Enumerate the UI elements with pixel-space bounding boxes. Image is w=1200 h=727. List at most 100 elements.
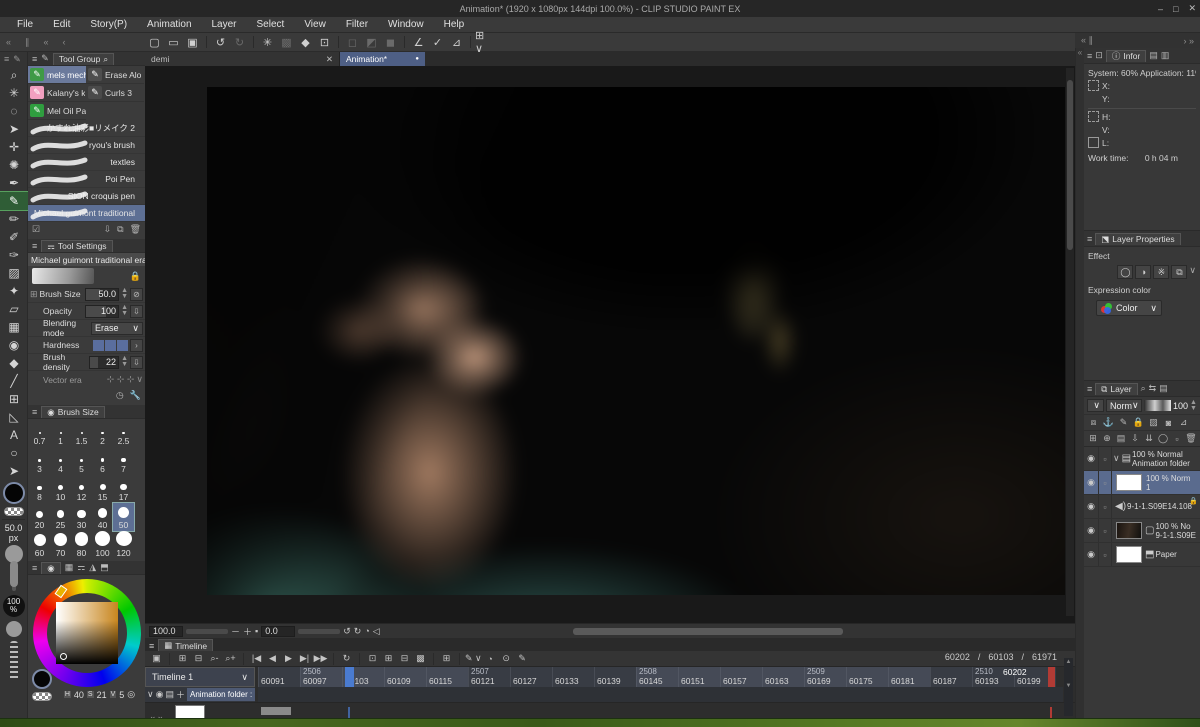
source-icon[interactable]: ⇩ — [130, 304, 143, 318]
brush-size-cell[interactable]: 60 — [29, 531, 50, 559]
hardness-segments[interactable] — [93, 339, 128, 351]
panel-menu-icon[interactable]: ≡ — [1087, 234, 1092, 244]
combine-layer-icon[interactable]: ⇊ — [1143, 433, 1155, 444]
border-effect-icon[interactable]: ◻ — [343, 35, 362, 50]
tone-effect-icon[interactable]: ◑ — [1135, 265, 1152, 279]
canvas-area[interactable] — [145, 66, 1075, 623]
collapse-left3-icon[interactable]: ‹ — [63, 37, 66, 48]
rotate-right-icon[interactable]: ↻ — [354, 626, 362, 637]
panel-menu-icon[interactable]: ≡ — [32, 241, 37, 251]
brush-size-cell[interactable]: 50 — [112, 502, 135, 532]
lock-layer-icon[interactable]: 🔒 — [1132, 417, 1145, 428]
snap-ruler-icon[interactable]: ∠ — [409, 35, 428, 50]
rotate-left-icon[interactable]: ↺ — [343, 626, 351, 637]
track-label[interactable]: Animation folder : — [186, 688, 255, 701]
layer-switch-icon[interactable]: ⇆ — [1149, 383, 1157, 394]
tool-item[interactable]: ✦ — [0, 282, 28, 300]
new-timeline-icon[interactable]: ⊞ — [175, 652, 190, 666]
divider-handle-icon[interactable]: ∥ — [25, 37, 30, 48]
new-vector-layer-icon[interactable]: ⊕ — [1101, 433, 1113, 444]
plus-box-icon[interactable]: ⊞ — [30, 289, 38, 300]
lock-alpha-icon[interactable]: ▨ — [1147, 417, 1160, 428]
expand-right-icon[interactable]: › » — [1183, 36, 1194, 46]
rotation-slider[interactable] — [298, 628, 341, 634]
zoom-in-icon[interactable]: ＋ — [243, 625, 252, 638]
tab-information[interactable]: ⓘ Infor — [1105, 49, 1147, 62]
brush-item[interactable]: Poi Pen — [28, 171, 145, 188]
new-cel-icon[interactable]: ⊡ — [365, 652, 380, 666]
color-mode-toggle-icon[interactable]: ◎ — [127, 689, 135, 700]
subtool-item[interactable]: ✎ Kalany's k — [28, 84, 86, 102]
panel-menu-icon[interactable]: ≡ — [32, 407, 37, 417]
layer-checkbox[interactable]: ▫ — [1099, 519, 1112, 542]
pen-pressure-icon[interactable]: ⊘ — [130, 287, 143, 301]
source-icon[interactable]: ⇩ — [130, 355, 143, 369]
layer-row[interactable]: ◉ ▫ ∨ ▤ 100 % Normal Animation folder — [1084, 447, 1200, 471]
onion-skin-icon[interactable]: ▣ — [149, 652, 164, 666]
ruler-tick[interactable]: 60115 — [426, 667, 468, 687]
brush-size-cell[interactable]: 20 — [29, 503, 50, 531]
screen-settings-icon[interactable]: ⊞ ∨ — [475, 30, 494, 55]
tab-tool-settings[interactable]: ⚎ Tool Settings — [41, 239, 113, 252]
transparent-color-swatch[interactable] — [3, 507, 24, 516]
stepper-icon[interactable]: ▲ ▼ — [121, 355, 128, 368]
enable-mask-icon[interactable]: ◙ — [1162, 418, 1175, 428]
subtool-item[interactable]: ✎ Erase Alo — [86, 66, 144, 84]
sv-selector[interactable] — [59, 653, 67, 660]
layer-visibility-eye-icon[interactable]: ◉ — [1087, 501, 1095, 512]
panel-menu-icon[interactable]: ≡ — [1087, 384, 1092, 394]
tab-approx-color-icon[interactable]: ◮ — [89, 562, 96, 573]
brush-item[interactable]: かすれ油彩■リメイク 2 — [28, 120, 145, 137]
layer-visibility-eye-icon[interactable]: ◉ — [1087, 453, 1095, 464]
zoom-out-timeline-icon[interactable]: ⌕- — [207, 652, 222, 666]
brush-size-cell[interactable]: 4 — [50, 447, 71, 475]
menu-item[interactable]: View — [295, 19, 335, 30]
border-effect-icon[interactable]: ◯ — [1117, 265, 1134, 279]
brush-size-cell[interactable]: 80 — [71, 531, 92, 559]
tab-color-slider-icon[interactable]: ⚎ — [77, 562, 85, 573]
snap-special-ruler-icon[interactable]: ✓ — [428, 35, 447, 50]
flip-view-icon[interactable]: ◁ — [373, 626, 380, 637]
brush-item[interactable]: textles — [28, 154, 145, 171]
subtool-item[interactable]: ✎ Mel Oil Pa — [28, 102, 86, 120]
menu-item[interactable]: Filter — [337, 19, 377, 30]
ruler-tick[interactable]: 60091 — [258, 667, 300, 687]
tool-item[interactable]: ╱ — [0, 372, 28, 390]
timeline-ruler[interactable]: Timeline 1 ∨ 60091 2506 60097 60103 6010… — [145, 667, 1075, 687]
track-visibility-eye-icon[interactable]: ◉ — [156, 689, 164, 700]
tool-item[interactable]: ✒ — [0, 174, 28, 192]
layer-visibility-eye-icon[interactable]: ◉ — [1087, 477, 1095, 488]
stepper-icon[interactable]: ▲ ▼ — [121, 304, 128, 317]
blend-mode-dropdown[interactable]: Norm ∨ — [1106, 399, 1142, 412]
tab-layer-properties[interactable]: ⬔ Layer Properties — [1095, 232, 1181, 245]
panel-menu-icon[interactable]: ≡ — [32, 563, 37, 573]
ruler-tick[interactable]: 60163 — [762, 667, 804, 687]
ruler-tick[interactable]: 60181 — [888, 667, 930, 687]
ruler-tick[interactable]: 60109 — [384, 667, 426, 687]
vector-mode-icons[interactable]: ⊹ ⊹ ⊹ — [107, 374, 135, 385]
brush-size-cell[interactable]: 7 — [113, 447, 134, 475]
tool-item[interactable]: ⊞ — [0, 390, 28, 408]
menu-item[interactable]: Layer — [203, 19, 246, 30]
zoom-out-icon[interactable]: － — [231, 625, 240, 638]
playhead[interactable] — [345, 667, 354, 687]
timeline-selector-dropdown[interactable]: Timeline 1 ∨ — [145, 667, 255, 687]
tab-navigator-icon[interactable]: ⊡ — [1095, 50, 1103, 61]
next-frame-icon[interactable]: ▶| — [297, 652, 312, 666]
brush-size-cell[interactable]: 15 — [92, 475, 113, 503]
layer-row[interactable]: ◉ ▫ ⬒ Paper — [1084, 543, 1200, 567]
brush-size-cell[interactable]: 70 — [50, 531, 71, 559]
zoom-slider[interactable] — [186, 628, 228, 634]
loop-play-icon[interactable]: ↻ — [339, 652, 354, 666]
ruler-tick[interactable]: 2508 60145 — [636, 667, 678, 687]
delete-subtool-icon[interactable]: 🗑 — [130, 224, 141, 235]
timeline-vertical-scrollbar[interactable]: ▲ ▼ — [1064, 658, 1073, 716]
tone-icon[interactable]: ◩ — [362, 35, 381, 50]
tool-item[interactable]: ✳ — [0, 84, 28, 102]
chevron-down-icon[interactable]: ∨ — [136, 374, 143, 385]
new-cel2-icon[interactable]: ⊞ — [381, 652, 396, 666]
layer-menu-icon[interactable]: ▤ — [1159, 383, 1168, 394]
brush-size-cell[interactable]: 30 — [71, 503, 92, 531]
ruler-tick[interactable]: 60151 — [678, 667, 720, 687]
deselect-icon[interactable]: ✳ — [258, 35, 277, 50]
